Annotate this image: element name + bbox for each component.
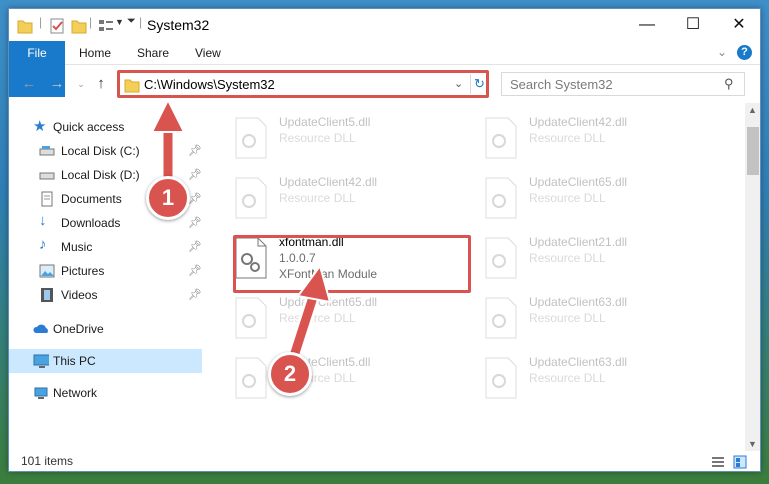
annotation-arrows (150, 97, 332, 359)
step-2-badge: 2 (268, 352, 312, 396)
arrow-2 (287, 263, 332, 359)
step-1-badge: 1 (146, 176, 190, 220)
arrow-1 (150, 97, 186, 178)
